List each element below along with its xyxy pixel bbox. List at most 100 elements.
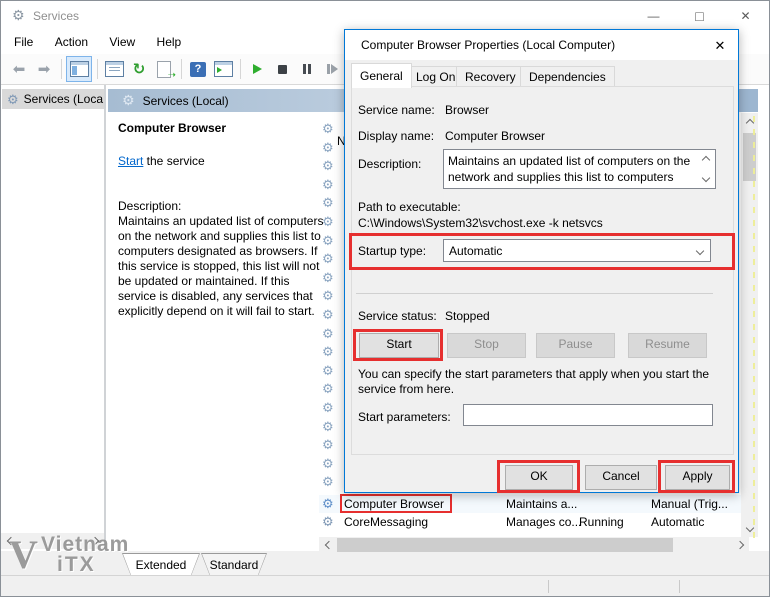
table-row[interactable]: ⚙ CoreMessaging Manages co... Running Au… [319, 513, 741, 532]
service-gear-icon: ⚙ [322, 158, 334, 174]
tab-general[interactable]: General [351, 63, 412, 88]
forward-button[interactable]: ➡ [32, 57, 56, 81]
chevron-down-icon [702, 174, 710, 182]
service-description-text: Maintains an updated list of computers o… [118, 214, 326, 319]
start-parameters-hint: You can specify the start parameters tha… [358, 367, 724, 397]
window-titlebar: ⚙ Services — □ ✕ [1, 1, 769, 31]
service-row-icon: ⚙ [322, 515, 334, 528]
start-service-button[interactable] [245, 57, 269, 81]
path-value: C:\Windows\System32\svchost.exe -k netsv… [358, 216, 603, 230]
stop-button[interactable]: Stop [447, 333, 526, 358]
scroll-right-button[interactable] [88, 533, 104, 549]
tab-standard-label: Standard [210, 558, 259, 572]
status-bar [1, 575, 769, 596]
tab-recovery[interactable]: Recovery [456, 66, 525, 88]
scroll-down-button[interactable] [741, 521, 758, 537]
maximize-button[interactable]: □ [677, 2, 722, 30]
service-gear-icon: ⚙ [322, 400, 334, 416]
service-status-label: Service status: [358, 309, 437, 323]
scroll-up-button[interactable] [699, 154, 713, 163]
tree-horizontal-scrollbar[interactable] [1, 533, 104, 549]
service-gear-icon: ⚙ [322, 177, 334, 193]
toolbar-separator [240, 59, 241, 79]
menu-view[interactable]: View [100, 31, 144, 54]
start-parameters-input[interactable] [463, 404, 713, 426]
export-list-icon [157, 61, 171, 78]
refresh-button[interactable]: ↻ [127, 57, 151, 81]
service-name-value: Browser [445, 103, 489, 117]
dialog-close-button[interactable]: ✕ [704, 32, 736, 60]
apply-button[interactable]: Apply [665, 465, 730, 490]
tab-extended-label: Extended [136, 558, 187, 572]
tab-dependencies[interactable]: Dependencies [520, 66, 615, 88]
row-startup-type: Automatic [651, 515, 704, 529]
scroll-down-button[interactable] [699, 175, 713, 184]
back-icon: ⬅ [13, 60, 26, 78]
stop-service-button[interactable] [270, 57, 294, 81]
service-gear-icon: ⚙ [322, 456, 334, 472]
scroll-left-button[interactable] [319, 537, 335, 553]
service-gear-icon: ⚙ [322, 437, 334, 453]
stop-icon [278, 65, 287, 74]
chevron-left-icon [324, 541, 332, 549]
back-button[interactable]: ⬅ [7, 57, 31, 81]
minimize-button[interactable]: — [631, 2, 676, 30]
tab-standard[interactable]: Standard [201, 553, 267, 576]
startup-type-dropdown[interactable]: Automatic [443, 239, 711, 262]
scroll-right-button[interactable] [733, 537, 749, 553]
scroll-left-button[interactable] [1, 533, 17, 549]
forward-icon: ➡ [38, 60, 51, 78]
yellow-dashed-line [753, 116, 755, 540]
play-icon [253, 64, 262, 74]
list-vertical-scrollbar[interactable] [741, 113, 758, 537]
services-window: ⚙ Services — □ ✕ File Action View Help ⬅… [0, 0, 770, 597]
divider [356, 293, 713, 294]
display-name-label: Display name: [358, 129, 434, 143]
tree-item-services-local[interactable]: ⚙ Services (Loca [2, 89, 104, 109]
tab-extended[interactable]: Extended [122, 553, 200, 576]
computer-browser-highlight-box [340, 494, 452, 513]
list-horizontal-scrollbar[interactable] [319, 537, 749, 553]
pause-service-button[interactable] [295, 57, 319, 81]
close-button[interactable]: ✕ [723, 2, 768, 30]
window-title: Services [33, 9, 79, 23]
export-list-button[interactable] [152, 57, 176, 81]
restart-service-button[interactable] [320, 57, 344, 81]
menu-action[interactable]: Action [46, 31, 97, 54]
properties-dialog: Computer Browser Properties (Local Compu… [344, 29, 739, 493]
description-label: Description: [358, 157, 421, 171]
service-gear-icon: ⚙ [322, 140, 334, 156]
pause-icon [308, 64, 311, 74]
show-console-tree-button[interactable] [66, 56, 92, 82]
console-tree-icon [70, 61, 89, 77]
ok-button[interactable]: OK [505, 465, 573, 490]
dialog-titlebar: Computer Browser Properties (Local Compu… [345, 30, 738, 60]
chevron-right-icon [90, 537, 98, 545]
pause-button[interactable]: Pause [536, 333, 615, 358]
menu-help[interactable]: Help [148, 31, 191, 54]
service-gear-icon: ⚙ [322, 195, 334, 211]
row-startup-type: Manual (Trig... [651, 497, 739, 511]
service-gear-icon: ⚙ [322, 363, 334, 379]
help-button[interactable]: ? [186, 57, 210, 81]
console-tree-pane: ⚙ Services (Loca [1, 85, 106, 551]
start-button[interactable]: Start [359, 333, 439, 358]
row-name: CoreMessaging [344, 515, 428, 529]
extended-view-button[interactable] [211, 57, 235, 81]
start-service-link[interactable]: Start [118, 154, 143, 168]
cancel-button[interactable]: Cancel [585, 465, 657, 490]
status-separator [679, 580, 680, 593]
toolbar-separator [61, 59, 62, 79]
start-service-suffix: the service [143, 154, 204, 168]
row-description: Maintains a... [506, 497, 577, 511]
description-field[interactable]: Maintains an updated list of computers o… [443, 149, 716, 189]
scrollbar-thumb[interactable] [337, 538, 673, 552]
view-tab-strip: Extended Standard [1, 551, 769, 575]
properties-button[interactable] [102, 57, 126, 81]
startup-type-label: Startup type: [358, 244, 426, 258]
scroll-up-button[interactable] [741, 113, 758, 129]
resume-button[interactable]: Resume [628, 333, 707, 358]
status-separator [548, 580, 549, 593]
services-local-title: Services (Local) [143, 94, 229, 108]
menu-file[interactable]: File [5, 31, 42, 54]
